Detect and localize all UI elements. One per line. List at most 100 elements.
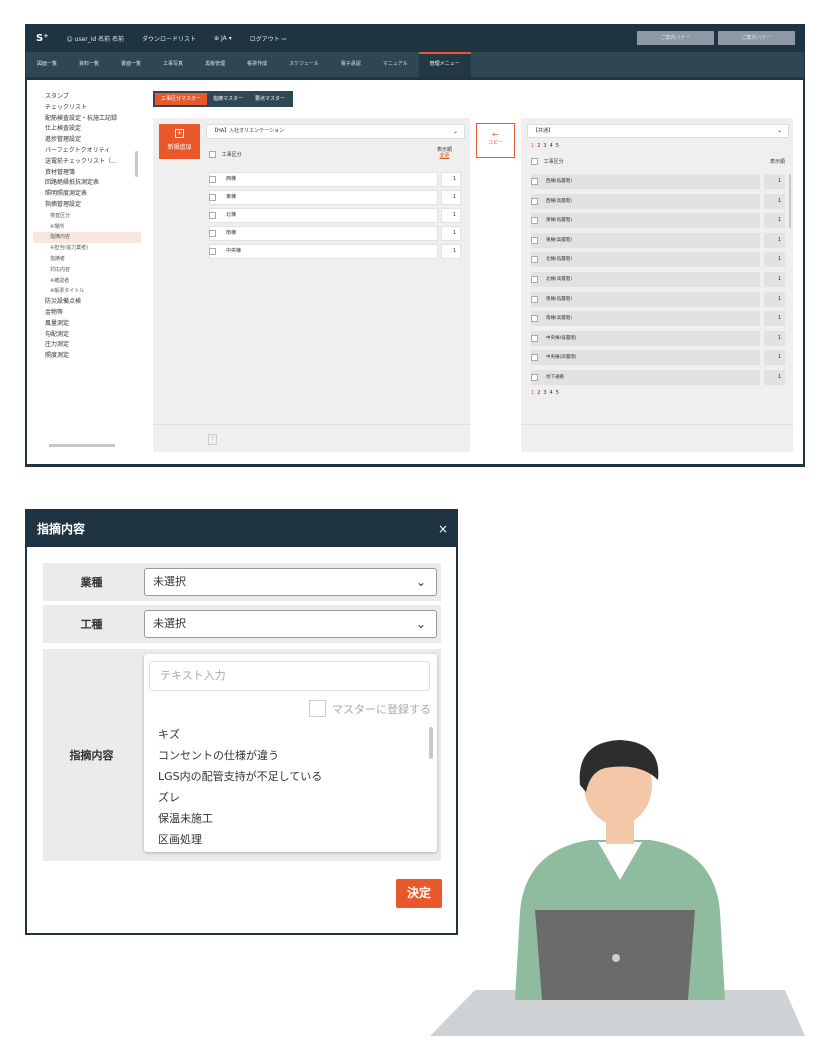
tab-1[interactable]: 指摘マスター (207, 93, 249, 105)
sidebar-item[interactable]: 対応内容 (33, 265, 141, 276)
row-checkbox[interactable] (531, 178, 538, 185)
right-list-scrollbar[interactable] (789, 174, 791, 228)
nav-item-5[interactable]: 帳票作成 (236, 52, 278, 77)
order-input[interactable]: 1 (441, 172, 461, 187)
row-checkbox[interactable] (209, 212, 216, 219)
sidebar-item[interactable]: ※場所 (33, 222, 141, 233)
order-input[interactable]: 1 (441, 226, 461, 241)
sidebar-item[interactable]: ※帳票タイトル (33, 286, 141, 297)
sidebar-item[interactable]: ※担当(協力業者) (33, 243, 141, 254)
left-table-row[interactable]: 北棟 (209, 208, 438, 223)
nav-item-7[interactable]: 電子承認 (330, 52, 372, 77)
logout-link[interactable]: ログアウト ⇨ (250, 34, 287, 43)
sidebar-h-scrollbar[interactable] (49, 444, 115, 447)
option-item[interactable]: キズ (158, 724, 322, 745)
row-checkbox[interactable] (209, 248, 216, 255)
banner-button-2[interactable]: ご案内バナー (718, 31, 795, 45)
select-all-checkbox-right[interactable] (531, 158, 538, 165)
nav-item-6[interactable]: スケジュール (278, 52, 330, 77)
option-item[interactable]: LGS内の配管支持が不足している (158, 766, 322, 787)
user-menu[interactable]: ☺ user_id 名前 名前 (66, 34, 124, 43)
nav-item-8[interactable]: マニュアル (372, 52, 419, 77)
sidebar-item[interactable]: 指摘内容 (33, 232, 141, 244)
right-table-row[interactable]: 東棟(低層階) (531, 213, 760, 229)
sidebar-item[interactable]: 進捗管理設定 (33, 135, 141, 146)
order-change-link[interactable]: 変更 (439, 153, 449, 159)
sidebar-item[interactable]: 金物等 (33, 308, 141, 319)
sidebar-item[interactable]: 照度測定 (33, 351, 141, 362)
right-table-row[interactable]: 南棟(高層階) (531, 311, 760, 327)
nav-item-0[interactable]: 図面一覧 (26, 52, 68, 77)
banner-button-1[interactable]: ご案内バナー (637, 31, 714, 45)
right-table-row[interactable]: 中央棟(低層階) (531, 330, 760, 346)
register-master-checkbox[interactable] (309, 700, 326, 717)
text-input[interactable]: テキスト入力 (149, 661, 430, 691)
sidebar-item[interactable]: 資材管理簿 (33, 168, 141, 179)
sidebar-item[interactable]: 風量測定 (33, 319, 141, 330)
right-table-row[interactable]: 西棟(低層階) (531, 174, 760, 189)
sidebar-item[interactable]: 配筋検査設定・杭施工記録 (33, 114, 141, 125)
sidebar-scrollbar[interactable] (135, 151, 138, 177)
sidebar-item[interactable]: 指摘管理設定 (33, 200, 141, 211)
sidebar-item[interactable]: 回路絶縁抵抗測定表 (33, 178, 141, 189)
left-table-row[interactable]: 中央棟 (209, 244, 438, 259)
tab-0[interactable]: 工事区分マスター (155, 93, 208, 105)
sidebar-item[interactable]: 検査区分 (33, 211, 141, 222)
row-checkbox[interactable] (531, 276, 538, 283)
nav-item-3[interactable]: 工事写真 (152, 52, 194, 77)
copy-button[interactable]: ← コピー (476, 123, 515, 158)
option-item[interactable]: 保温未施工 (158, 808, 322, 829)
right-table-row[interactable]: 南棟(低層階) (531, 291, 760, 307)
sidebar-item[interactable]: 防災設備点検 (33, 297, 141, 308)
right-table-row[interactable]: 西棟(高層階) (531, 193, 760, 209)
option-item[interactable]: コンセントの仕様が違う (158, 745, 322, 766)
sidebar-item[interactable]: 圧力測定 (33, 340, 141, 351)
option-item[interactable]: ズレ (158, 787, 322, 808)
row-checkbox[interactable] (531, 334, 538, 342)
row-checkbox[interactable] (531, 256, 538, 264)
right-table-row[interactable]: 北棟(低層階) (531, 252, 760, 268)
order-input[interactable]: 1 (441, 190, 461, 205)
sidebar-item[interactable]: 勾配測定 (33, 330, 141, 341)
add-new-button[interactable]: + 新規追加 (159, 124, 200, 159)
nav-item-1[interactable]: 資料一覧 (68, 52, 110, 77)
right-table-row[interactable]: 東棟(高層階) (531, 232, 760, 248)
language-select[interactable]: ⊕ JA ▾ (214, 35, 232, 42)
row-checkbox[interactable] (531, 354, 538, 362)
sidebar-item[interactable]: パーフェクトクオリティ (33, 146, 141, 157)
register-master-option[interactable]: マスターに登録する (309, 700, 431, 717)
right-table-row[interactable]: 地下通路 (531, 370, 760, 385)
left-table-row[interactable]: 東棟 (209, 190, 438, 205)
work-type-select[interactable]: 未選択 ⌄ (144, 610, 437, 638)
nav-item-2[interactable]: 書面一覧 (110, 52, 152, 77)
industry-select[interactable]: 未選択 ⌄ (144, 568, 437, 596)
sidebar-item[interactable]: 仕上検査設定 (33, 124, 141, 135)
option-item[interactable]: 区画処理 (158, 829, 322, 850)
row-checkbox[interactable] (531, 236, 538, 244)
right-table-row[interactable]: 中央棟(高層階) (531, 350, 760, 366)
left-table-row[interactable]: 西棟 (209, 172, 438, 187)
page-link[interactable]: 5 (556, 143, 562, 149)
left-table-row[interactable]: 南棟 (209, 226, 438, 241)
order-input[interactable]: 1 (441, 208, 461, 223)
sidebar-item[interactable]: 指摘者 (33, 254, 141, 265)
nav-item-4[interactable]: 黒板管理 (194, 52, 236, 77)
row-checkbox[interactable] (209, 194, 216, 201)
row-checkbox[interactable] (531, 217, 538, 225)
select-all-checkbox[interactable] (209, 151, 216, 158)
row-checkbox[interactable] (531, 374, 538, 381)
trash-icon[interactable]: ▯ (208, 434, 217, 445)
row-checkbox[interactable] (531, 295, 538, 303)
sidebar-item[interactable]: スタンプ (33, 92, 141, 103)
sidebar-item[interactable]: 照明照度測定表 (33, 189, 141, 200)
nav-item-9[interactable]: 管理メニュー (418, 52, 471, 77)
sidebar-item[interactable]: 送電前チェックリスト（… (33, 157, 141, 168)
row-checkbox[interactable] (531, 315, 538, 323)
close-icon[interactable]: × (438, 511, 448, 547)
page-link[interactable]: 5 (556, 390, 562, 396)
right-table-row[interactable]: 北棟(高層階) (531, 272, 760, 287)
row-checkbox[interactable] (531, 197, 538, 205)
row-checkbox[interactable] (209, 230, 216, 237)
row-checkbox[interactable] (209, 176, 216, 183)
sidebar-item[interactable]: ※確認者 (33, 276, 141, 287)
